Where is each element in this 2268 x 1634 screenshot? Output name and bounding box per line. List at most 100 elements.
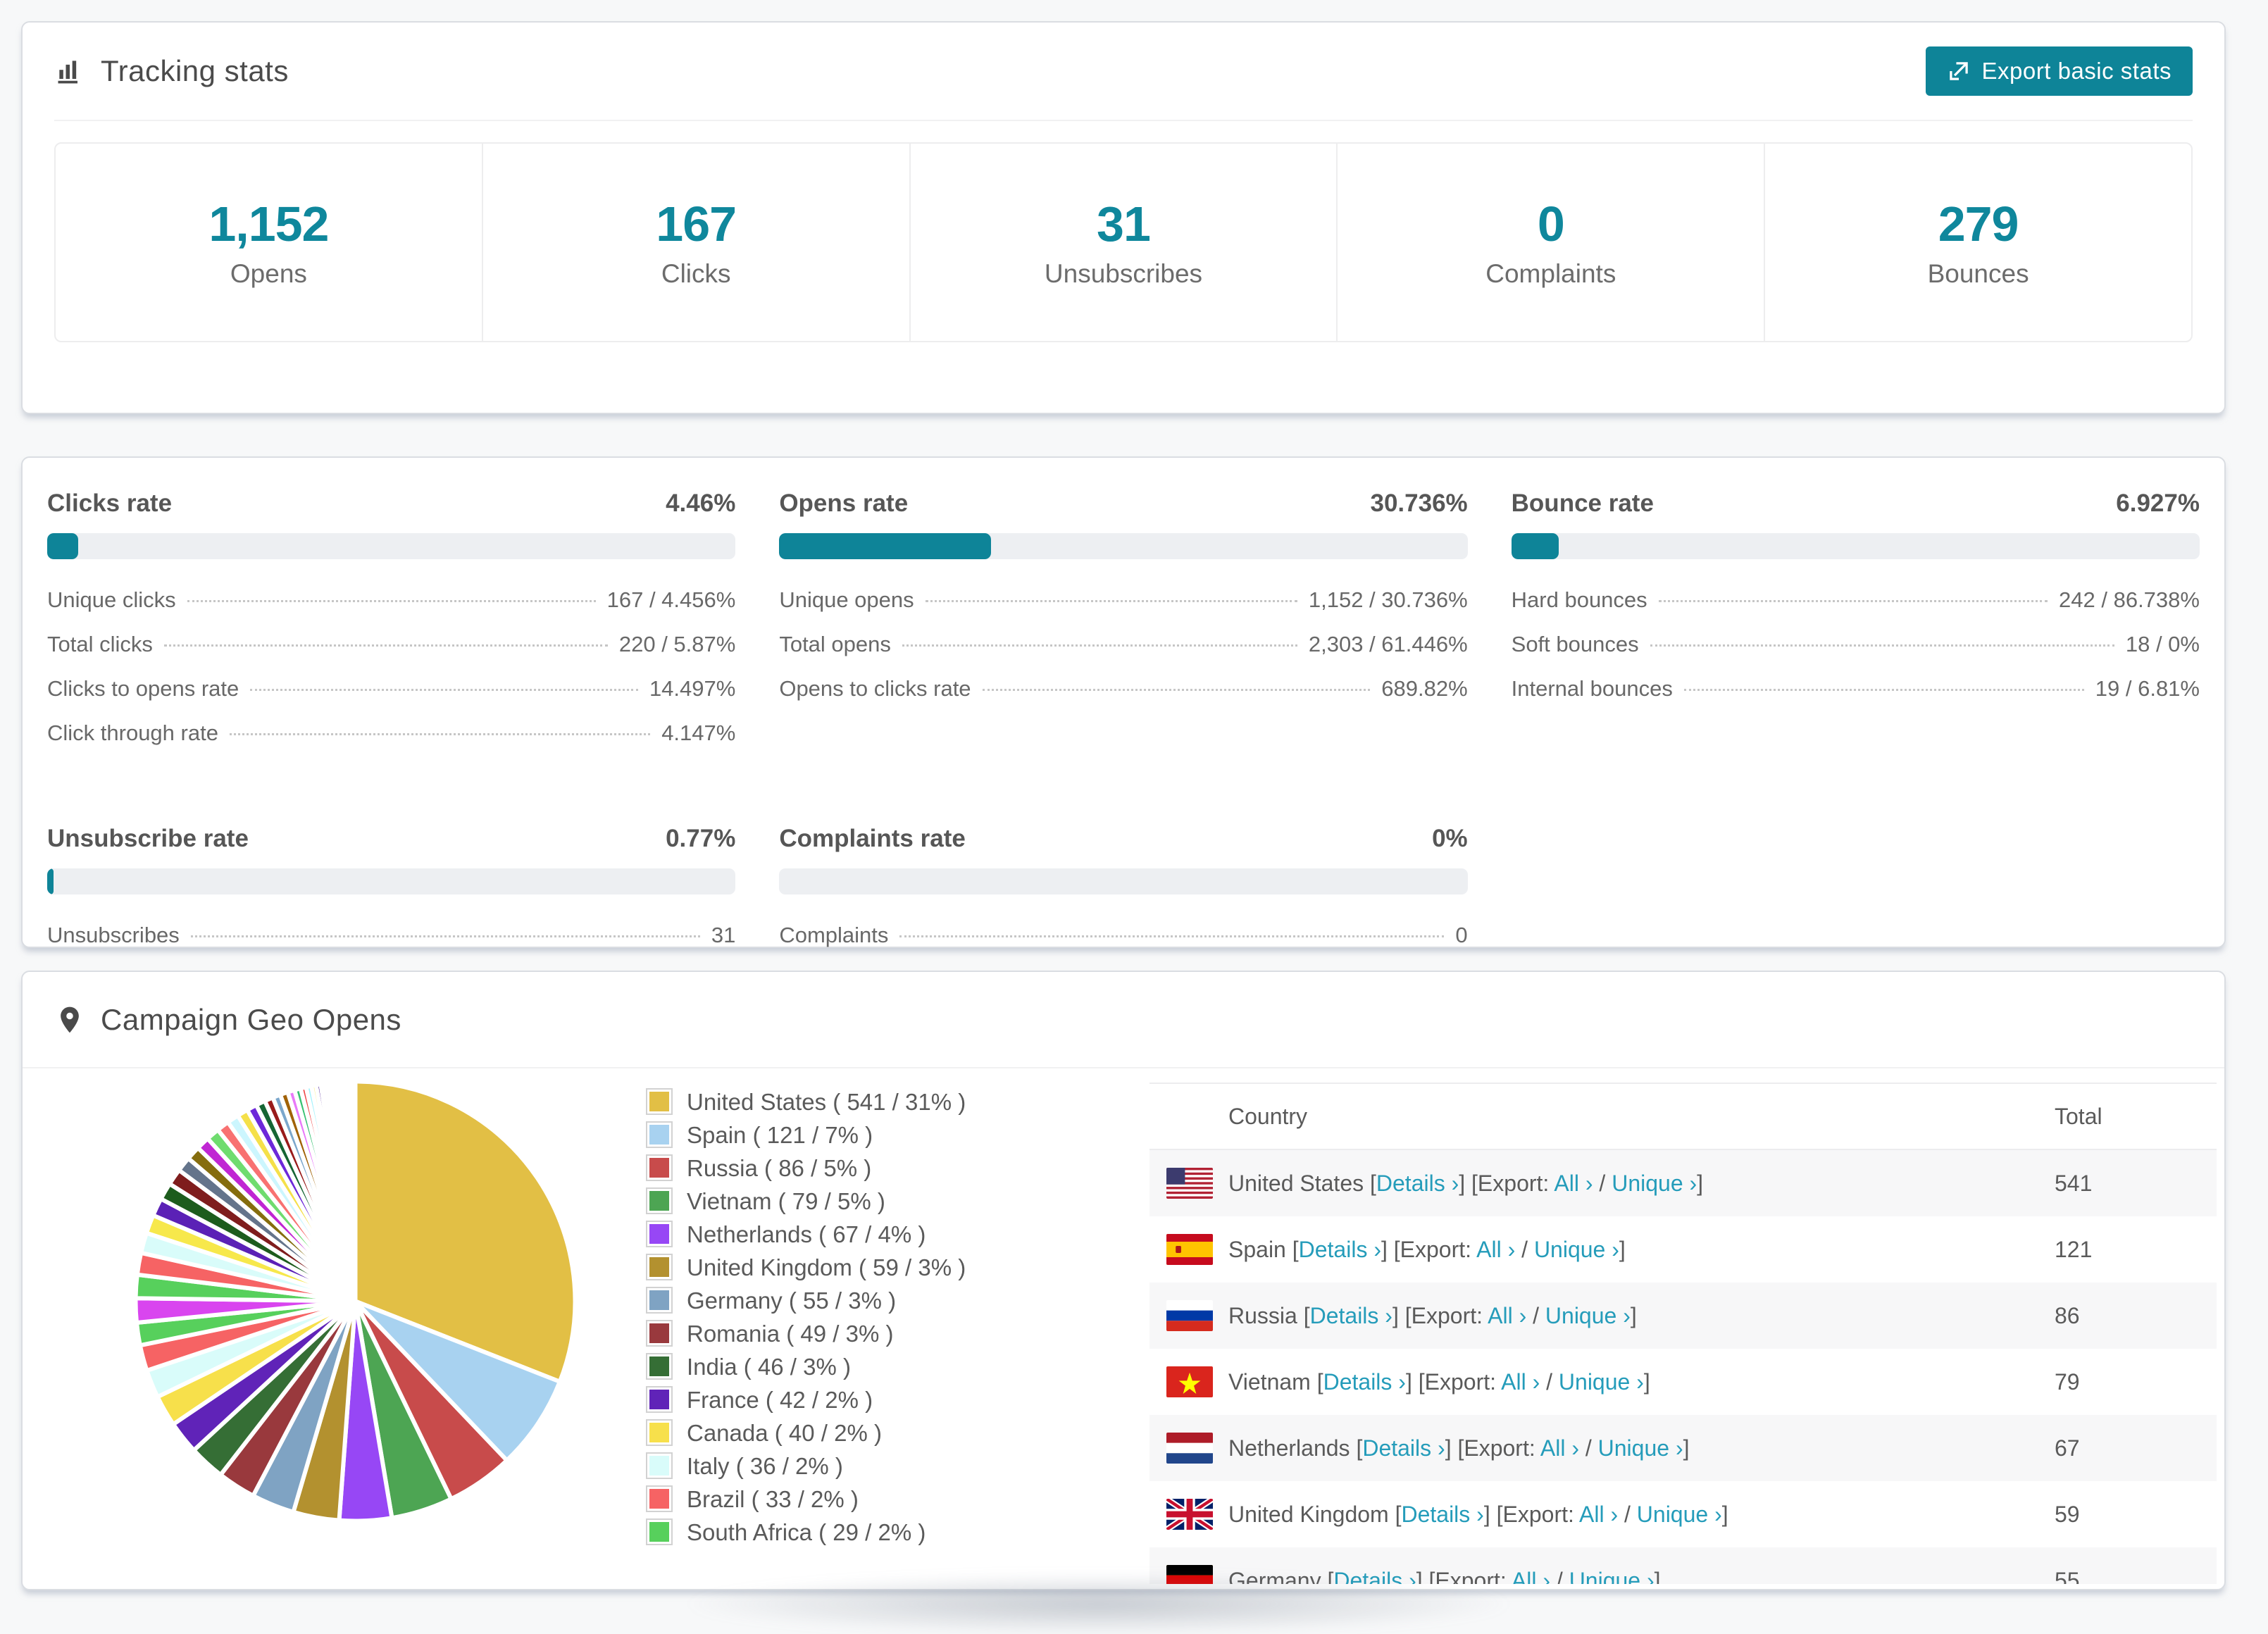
legend-swatch-vietnam — [646, 1187, 673, 1214]
us-flag-icon — [1166, 1168, 1213, 1199]
dotted-leader — [250, 689, 638, 691]
export-all-link-netherlands[interactable]: All › — [1540, 1435, 1579, 1461]
export-all-link-spain[interactable]: All › — [1476, 1237, 1515, 1262]
bracket: ] — [1721, 1501, 1728, 1527]
legend-swatch-india — [646, 1353, 673, 1380]
total-value-germany: 55 — [2055, 1567, 2080, 1585]
country-name: Russia — [1228, 1302, 1304, 1328]
detail-value: 689.82% — [1381, 676, 1468, 701]
rate-block-unsubscribe-rate: Unsubscribe rate 0.77% Unsubscribes 31 — [47, 825, 736, 948]
details-link-united-states[interactable]: Details › — [1376, 1171, 1459, 1196]
export-unique-link-germany[interactable]: Unique › — [1569, 1568, 1655, 1585]
legend-item-canada[interactable]: Canada ( 40 / 2% ) — [646, 1419, 966, 1446]
export-unique-link-vietnam[interactable]: Unique › — [1559, 1369, 1644, 1395]
nl-flag-icon — [1166, 1433, 1213, 1464]
rate-title-unsubscribe-rate: Unsubscribe rate — [47, 825, 249, 852]
export-unique-link-united-states[interactable]: Unique › — [1612, 1171, 1697, 1196]
legend-item-romania[interactable]: Romania ( 49 / 3% ) — [646, 1320, 966, 1347]
rate-block-opens-rate: Opens rate 30.736% Unique opens 1,152 / 30.… — [779, 489, 1468, 746]
detail-label: Unsubscribes — [47, 923, 180, 947]
bar-chart-icon — [54, 56, 85, 87]
export-unique-link-russia[interactable]: Unique › — [1545, 1303, 1631, 1328]
rate-block-complaints-rate: Complaints rate 0% Complaints 0 — [779, 825, 1468, 948]
slash: / — [1540, 1368, 1559, 1395]
stat-bounces: 279 Bounces — [1765, 144, 2191, 341]
legend-item-south-africa[interactable]: South Africa ( 29 / 2% ) — [646, 1518, 966, 1545]
legend-label-united-states: United States ( 541 / 31% ) — [687, 1088, 966, 1115]
legend-item-united-kingdom[interactable]: United Kingdom ( 59 / 3% ) — [646, 1254, 966, 1280]
legend-swatch-france — [646, 1386, 673, 1413]
total-value-netherlands: 67 — [2055, 1435, 2080, 1461]
detail-row-unsubscribes: Unsubscribes 31 — [47, 923, 735, 948]
legend-swatch-russia — [646, 1154, 673, 1181]
export-prefix: Export: — [1424, 1368, 1502, 1395]
country-name: Germany — [1228, 1567, 1328, 1585]
rate-value-clicks-rate: 4.46% — [666, 489, 736, 517]
rate-title-opens-rate: Opens rate — [779, 489, 909, 517]
stat-label-complaints: Complaints — [1485, 259, 1616, 288]
detail-value: 31 — [711, 923, 736, 947]
tracking-stats-card: Tracking stats Export basic stats 1,152 O… — [21, 21, 2226, 414]
detail-row-soft-bounces: Soft bounces 18 / 0% — [1512, 632, 2200, 657]
legend-swatch-spain — [646, 1121, 673, 1148]
detail-value: 18 / 0% — [2125, 632, 2200, 656]
export-unique-link-netherlands[interactable]: Unique › — [1598, 1435, 1683, 1461]
gb-flag-icon — [1166, 1499, 1213, 1530]
legend-item-italy[interactable]: Italy ( 36 / 2% ) — [646, 1452, 966, 1479]
export-unique-link-spain[interactable]: Unique › — [1534, 1237, 1619, 1262]
detail-value: 14.497% — [649, 676, 736, 701]
legend-item-united-states[interactable]: United States ( 541 / 31% ) — [646, 1088, 966, 1115]
slash: / — [1550, 1567, 1569, 1585]
details-link-germany[interactable]: Details › — [1333, 1568, 1416, 1585]
export-all-link-united-states[interactable]: All › — [1554, 1171, 1593, 1196]
export-button-label: Export basic stats — [1981, 58, 2172, 84]
legend-item-germany[interactable]: Germany ( 55 / 3% ) — [646, 1287, 966, 1314]
export-basic-stats-button[interactable]: Export basic stats — [1925, 46, 2193, 96]
detail-row-total-opens: Total opens 2,303 / 61.446% — [779, 632, 1467, 657]
rate-block-clicks-rate: Clicks rate 4.46% Unique clicks 167 / 4.456… — [47, 489, 736, 746]
detail-label: Complaints — [779, 923, 889, 947]
legend-item-brazil[interactable]: Brazil ( 33 / 2% ) — [646, 1485, 966, 1512]
legend-item-vietnam[interactable]: Vietnam ( 79 / 5% ) — [646, 1187, 966, 1214]
details-link-russia[interactable]: Details › — [1310, 1303, 1392, 1328]
detail-label: Total opens — [779, 632, 891, 656]
total-value-united-states: 541 — [2055, 1170, 2093, 1196]
legend-item-france[interactable]: France ( 42 / 2% ) — [646, 1386, 966, 1413]
detail-value: 167 / 4.456% — [606, 587, 736, 612]
table-row-united-kingdom: United Kingdom [Details ›] [Export: All … — [1149, 1481, 2217, 1547]
legend-item-netherlands[interactable]: Netherlands ( 67 / 4% ) — [646, 1221, 966, 1247]
detail-row-opens-to-clicks-rate: Opens to clicks rate 689.82% — [779, 676, 1467, 701]
vn-flag-icon — [1166, 1366, 1213, 1397]
country-name: United Kingdom — [1228, 1501, 1395, 1527]
rates-card: Clicks rate 4.46% Unique clicks 167 / 4.456… — [21, 456, 2226, 948]
legend-item-spain[interactable]: Spain ( 121 / 7% ) — [646, 1121, 966, 1148]
export-all-link-russia[interactable]: All › — [1488, 1303, 1526, 1328]
legend-label-russia: Russia ( 86 / 5% ) — [687, 1154, 872, 1181]
campaign-geo-opens-title: Campaign Geo Opens — [101, 1002, 401, 1036]
legend-swatch-germany — [646, 1287, 673, 1314]
legend-swatch-brazil — [646, 1485, 673, 1512]
export-all-link-united-kingdom[interactable]: All › — [1579, 1502, 1618, 1527]
rates-grid: Clicks rate 4.46% Unique clicks 167 / 4.456… — [47, 489, 2200, 948]
details-link-united-kingdom[interactable]: Details › — [1401, 1502, 1483, 1527]
legend-label-spain: Spain ( 121 / 7% ) — [687, 1121, 873, 1148]
details-link-vietnam[interactable]: Details › — [1323, 1369, 1406, 1395]
progress-track-bounce-rate — [1511, 533, 2200, 559]
rate-title-complaints-rate: Complaints rate — [779, 825, 966, 852]
dotted-leader — [163, 644, 608, 647]
detail-label: Unique opens — [779, 587, 914, 612]
detail-row-complaints: Complaints 0 — [779, 923, 1467, 948]
bracket: ] [ — [1483, 1501, 1503, 1527]
legend-item-india[interactable]: India ( 46 / 3% ) — [646, 1353, 966, 1380]
stat-label-unsubscribes: Unsubscribes — [1044, 259, 1203, 288]
export-all-link-germany[interactable]: All › — [1512, 1568, 1550, 1585]
table-row-germany: Germany [Details ›] [Export: All › / Uni… — [1149, 1547, 2217, 1584]
export-all-link-vietnam[interactable]: All › — [1501, 1369, 1540, 1395]
pie-slice-small-45[interactable] — [352, 1079, 358, 1304]
legend-item-russia[interactable]: Russia ( 86 / 5% ) — [646, 1154, 966, 1181]
export-unique-link-united-kingdom[interactable]: Unique › — [1637, 1502, 1722, 1527]
details-link-netherlands[interactable]: Details › — [1362, 1435, 1445, 1461]
rate-value-unsubscribe-rate: 0.77% — [666, 825, 736, 852]
details-link-spain[interactable]: Details › — [1299, 1237, 1381, 1262]
total-value-russia: 86 — [2055, 1302, 2080, 1328]
